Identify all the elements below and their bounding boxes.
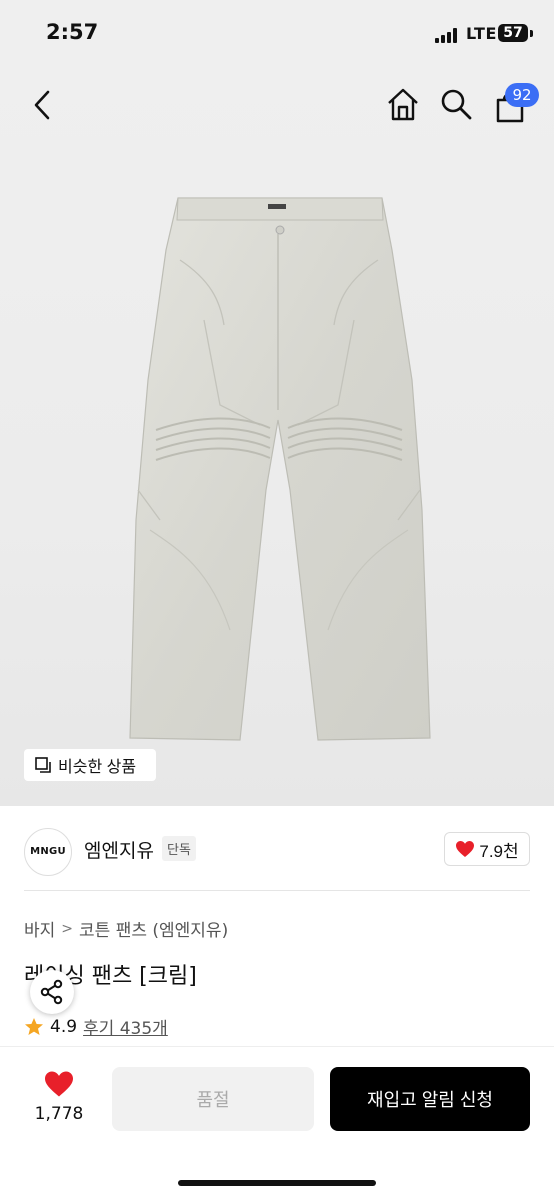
heart-icon xyxy=(456,841,475,857)
review-link[interactable]: 후기 435개 xyxy=(83,1014,168,1039)
soldout-button[interactable]: 품절 xyxy=(112,1067,314,1131)
signal-icon xyxy=(435,27,461,43)
search-icon xyxy=(441,89,472,120)
battery-icon: 57 xyxy=(498,24,528,42)
divider xyxy=(24,890,530,891)
share-button[interactable] xyxy=(30,970,74,1014)
chevron-right-icon: > xyxy=(61,920,74,937)
network-type: LTE xyxy=(466,24,497,43)
status-time: 2:57 xyxy=(46,20,99,44)
home-icon xyxy=(388,88,418,121)
brand-like-button[interactable]: 7.9천 xyxy=(444,832,530,866)
heart-icon xyxy=(45,1071,73,1097)
home-button[interactable] xyxy=(385,86,421,122)
back-button[interactable] xyxy=(28,88,58,122)
search-button[interactable] xyxy=(439,86,473,122)
cart-count-badge: 92 xyxy=(505,83,539,107)
star-icon xyxy=(25,1017,43,1035)
breadcrumb: 바지 > 코튼 팬츠 (엠엔지유) xyxy=(24,916,228,942)
battery-tip xyxy=(530,30,533,37)
brand-like-count: 7.9천 xyxy=(479,841,519,861)
similar-items-button[interactable]: 비슷한 상품 xyxy=(24,749,156,781)
brand-name[interactable]: 엠엔지유 xyxy=(84,836,154,863)
favorite-button[interactable]: 1,778 xyxy=(24,1070,94,1130)
favorite-count: 1,778 xyxy=(34,1104,84,1124)
product-photo xyxy=(129,197,431,741)
restock-alert-button[interactable]: 재입고 알림 신청 xyxy=(330,1067,530,1131)
similar-items-label: 비슷한 상품 xyxy=(58,759,137,776)
breadcrumb-category[interactable]: 바지 xyxy=(24,916,55,941)
exclusive-badge: 단독 xyxy=(162,836,196,861)
brand-logo[interactable]: MNGU xyxy=(24,828,72,876)
rating-row: 4.9 후기 435개 xyxy=(24,1014,168,1039)
share-icon xyxy=(40,979,63,1005)
similar-items-icon xyxy=(35,757,51,773)
back-chevron-icon xyxy=(34,90,50,120)
breadcrumb-subcategory[interactable]: 코튼 팬츠 (엠엔지유) xyxy=(79,916,228,941)
rating-value: 4.9 xyxy=(50,1016,78,1037)
brand-row: MNGU 엠엔지유 단독 7.9천 xyxy=(0,806,554,890)
status-bar: 2:57 LTE 57 xyxy=(0,0,554,66)
home-indicator xyxy=(178,1180,376,1186)
